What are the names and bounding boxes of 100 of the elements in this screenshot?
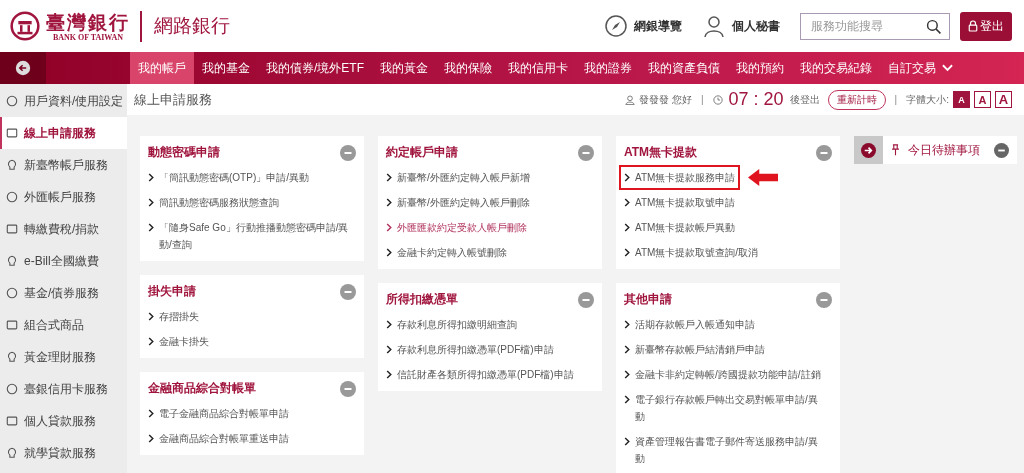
bank-logo-icon xyxy=(10,11,40,41)
collapse-icon[interactable] xyxy=(340,380,356,397)
nav-tab[interactable]: 我的資產負債 xyxy=(640,52,728,84)
nav-tab[interactable]: 我的債券/境外ETF xyxy=(258,52,372,84)
collapse-icon[interactable] xyxy=(340,144,356,161)
chevron-right-icon xyxy=(386,320,392,329)
sidebar-item[interactable]: 組合式商品 xyxy=(0,309,127,341)
chevron-right-icon xyxy=(148,434,154,443)
nav-tab[interactable]: 自訂交易 xyxy=(880,52,961,84)
sidebar-item[interactable]: 新臺幣帳戶服務 xyxy=(0,149,127,181)
greeting-text: 發發發 您好 xyxy=(639,92,692,107)
service-link[interactable]: 存摺掛失 xyxy=(143,304,204,329)
sidebar-item[interactable]: 基金/債券服務 xyxy=(0,277,127,309)
nav-tab[interactable]: 我的基金 xyxy=(194,52,258,84)
service-link[interactable]: 新臺幣/外匯約定轉入帳戶刪除 xyxy=(381,190,535,215)
header-link[interactable]: 網銀導覽 xyxy=(604,14,682,38)
sidebar-item[interactable]: 個人貸款服務 xyxy=(0,405,127,437)
service-link[interactable]: 「隨身Safe Go」行動推播動態密碼申請/異動/查詢 xyxy=(143,215,356,257)
service-link[interactable]: 金融商品綜合對帳單重送申請 xyxy=(143,426,294,451)
nav-tab[interactable]: 我的預約 xyxy=(728,52,792,84)
bank-name: 臺灣銀行 xyxy=(46,10,130,33)
chevron-right-icon xyxy=(148,337,154,346)
search-field[interactable]: 服務功能搜尋 xyxy=(800,12,950,40)
font-size-button[interactable]: A xyxy=(995,91,1012,108)
todo-title: 今日待辦事項 xyxy=(908,141,981,159)
site-title: 網路銀行 xyxy=(154,14,230,38)
service-link[interactable]: ATM無卡提款取號查詢/取消 xyxy=(619,240,764,265)
service-link[interactable]: ATM無卡提款帳戶異動 xyxy=(619,215,741,240)
menu-item-icon xyxy=(6,287,18,299)
font-size-button[interactable]: A xyxy=(974,91,991,108)
menu-item-icon xyxy=(6,255,18,267)
nav-tab[interactable]: 我的帳戶 xyxy=(130,52,194,84)
collapse-icon[interactable] xyxy=(578,144,594,161)
service-link[interactable]: 電子金融商品綜合對帳單申請 xyxy=(143,401,294,426)
sidebar-item[interactable]: e-Bill全國繳費 xyxy=(0,245,127,277)
service-link[interactable]: 簡訊動態密碼服務狀態查詢 xyxy=(143,190,284,215)
collapse-icon[interactable] xyxy=(816,144,832,161)
chevron-right-icon xyxy=(624,370,630,379)
chevron-right-icon xyxy=(386,370,392,379)
page-title: 線上申請服務 xyxy=(134,90,212,109)
sidebar-item[interactable]: 線上申請服務 xyxy=(0,117,127,149)
service-link[interactable]: 信託財產各類所得扣繳憑單(PDF檔)申請 xyxy=(381,362,579,387)
sidebar-item[interactable]: 用戶資料/使用設定 xyxy=(0,85,127,117)
back-icon[interactable] xyxy=(15,60,31,76)
pointer-arrow-icon xyxy=(748,169,779,186)
service-link[interactable]: ATM無卡提款取號申請 xyxy=(619,190,741,215)
chevron-right-icon xyxy=(148,312,154,321)
countdown-timer: 07 : 20 xyxy=(728,89,784,110)
todo-card[interactable]: 今日待辦事項 xyxy=(854,136,1017,164)
service-link[interactable]: 金融卡約定轉入帳號刪除 xyxy=(381,240,512,265)
collapse-icon[interactable] xyxy=(340,283,356,300)
menu-item-icon xyxy=(6,95,18,107)
service-link[interactable]: 資產管理報告書電子郵件寄送服務申請/異動 xyxy=(619,429,832,471)
menu-item-icon xyxy=(6,191,18,203)
service-link[interactable]: 存款利息所得扣繳明細查詢 xyxy=(381,312,522,337)
reset-timer-button[interactable]: 重新計時 xyxy=(827,89,886,110)
chevron-right-icon xyxy=(386,345,392,354)
chevron-down-icon xyxy=(942,64,953,72)
collapse-icon[interactable] xyxy=(994,142,1009,158)
sidebar-item[interactable]: 外匯帳戶服務 xyxy=(0,181,127,213)
menu-item-icon xyxy=(6,383,18,395)
menu-item-icon xyxy=(6,159,18,171)
service-link[interactable]: 外匯匯款約定受款人帳戶刪除 xyxy=(381,215,532,240)
arrow-right-icon[interactable] xyxy=(861,142,876,158)
sidebar-item[interactable]: 黃金理財服務 xyxy=(0,341,127,373)
service-link[interactable]: 金融卡非約定轉帳/跨國提款功能申請/註銷 xyxy=(619,362,826,387)
service-link[interactable]: 存款利息所得扣繳憑單(PDF檔)申請 xyxy=(381,337,559,362)
sidebar-item[interactable]: 轉繳費稅/捐款 xyxy=(0,213,127,245)
service-link[interactable]: 電子銀行存款帳戶轉出交易對帳單申請/異動 xyxy=(619,387,832,429)
collapse-icon[interactable] xyxy=(816,291,832,308)
chevron-right-icon xyxy=(624,320,630,329)
separator: | xyxy=(700,94,704,105)
font-size-label: 字體大小: xyxy=(906,92,949,107)
service-link[interactable]: 新臺幣/外匯約定轉入帳戶新增 xyxy=(381,165,535,190)
sidebar-item[interactable]: 就學貸款服務 xyxy=(0,437,127,469)
service-link[interactable]: 新臺幣存款帳戶結清銷戶申請 xyxy=(619,337,770,362)
font-size-button[interactable]: A xyxy=(953,91,970,108)
search-icon xyxy=(926,18,942,35)
chevron-right-icon xyxy=(624,198,630,207)
nav-tab[interactable]: 我的信用卡 xyxy=(500,52,576,84)
service-link[interactable]: 活期存款帳戶入帳通知申請 xyxy=(619,312,760,337)
nav-tab[interactable]: 我的黃金 xyxy=(372,52,436,84)
service-link[interactable]: 金融卡掛失 xyxy=(143,329,214,354)
chevron-right-icon xyxy=(624,173,630,182)
logout-button[interactable]: 登出 xyxy=(960,11,1012,41)
card-title: 約定帳戶申請 xyxy=(386,144,458,161)
nav-tab[interactable]: 我的交易紀錄 xyxy=(792,52,880,84)
separator: | xyxy=(894,94,898,105)
menu-item-icon xyxy=(6,223,18,235)
pin-icon xyxy=(891,144,900,156)
header-link[interactable]: 個人秘書 xyxy=(702,14,780,38)
chevron-right-icon xyxy=(148,223,154,232)
nav-tab[interactable]: 我的證券 xyxy=(576,52,640,84)
service-link[interactable]: ATM無卡提款服務申請 xyxy=(619,165,741,190)
service-link[interactable]: 「簡訊動態密碼(OTP)」申請/異動 xyxy=(143,165,314,190)
collapse-icon[interactable] xyxy=(578,291,594,308)
sidebar-item[interactable]: 臺銀信用卡服務 xyxy=(0,373,127,405)
nav-tab[interactable]: 我的保險 xyxy=(436,52,500,84)
chevron-right-icon xyxy=(386,173,392,182)
card-title: ATM無卡提款 xyxy=(624,144,698,161)
